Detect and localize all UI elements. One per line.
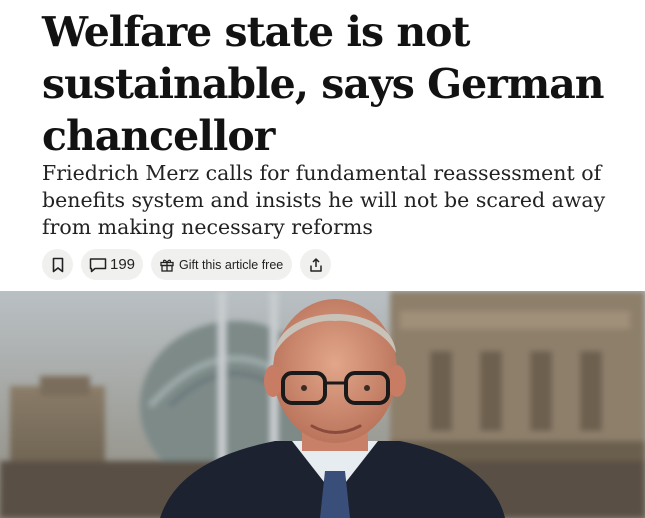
comment-count: 199 <box>110 256 136 273</box>
comments-button[interactable]: 199 <box>81 249 144 280</box>
article-headline: Welfare state is not sustainable, says G… <box>42 8 605 160</box>
hero-photo <box>0 291 645 518</box>
gift-article-label: Gift this article free <box>179 257 284 272</box>
article-action-bar: 199 Gift this article free <box>42 249 332 280</box>
gift-article-button[interactable]: Gift this article free <box>151 249 293 280</box>
bookmark-icon <box>52 257 63 272</box>
bookmark-button[interactable] <box>42 249 73 280</box>
gift-icon <box>160 259 174 272</box>
comment-icon <box>89 257 107 272</box>
hero-image <box>0 291 645 518</box>
share-icon <box>309 257 322 272</box>
share-button[interactable] <box>300 249 332 280</box>
article-standfirst: Friedrich Merz calls for fundamental rea… <box>42 161 606 239</box>
